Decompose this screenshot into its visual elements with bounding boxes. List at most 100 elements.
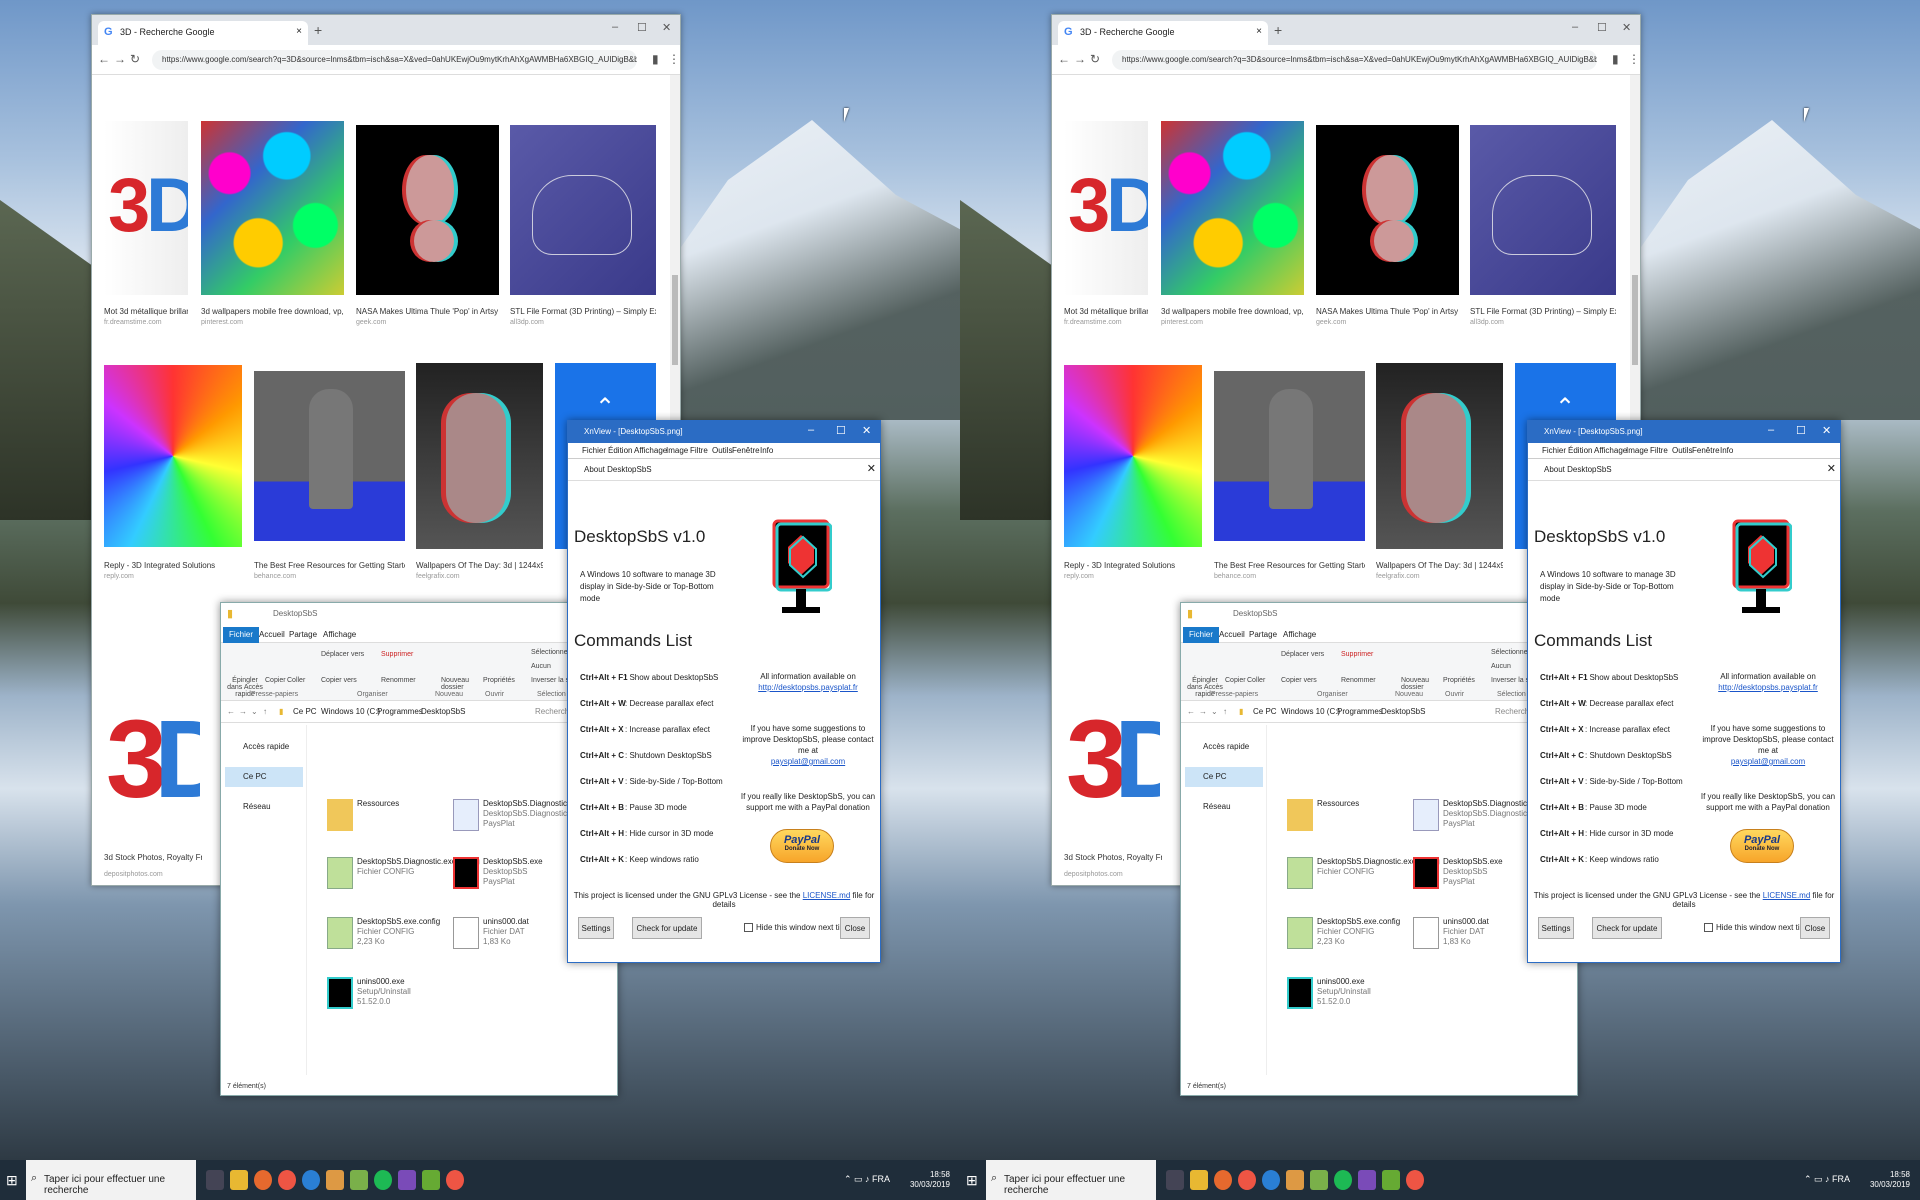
file-explorer-icon[interactable] (1190, 1170, 1208, 1190)
close-button[interactable]: Close (1800, 917, 1830, 939)
delete-button[interactable]: Supprimer (1341, 651, 1373, 658)
result-image[interactable] (1316, 125, 1459, 295)
rename-button[interactable]: Renommer (381, 677, 416, 684)
clock[interactable]: 18:58 30/03/2019 (910, 1170, 950, 1190)
nav-item-quick-access[interactable]: Accès rapide (1185, 737, 1263, 757)
back-icon[interactable]: ← (1058, 52, 1070, 66)
firefox-icon[interactable] (254, 1170, 272, 1190)
result-image[interactable] (510, 125, 656, 295)
notepad-icon[interactable] (1310, 1170, 1328, 1190)
breadcrumb-item[interactable]: DesktopSbS (1381, 707, 1425, 716)
taskbar-search[interactable]: ⌕ Taper ici pour effectuer une recherche (26, 1160, 196, 1200)
result-caption[interactable]: 3d Stock Photos, Royalty Free... (1064, 853, 1162, 862)
menu-icon[interactable]: ⋮ (1628, 52, 1640, 66)
firefox-icon[interactable] (1214, 1170, 1232, 1190)
chrome-icon[interactable] (1406, 1170, 1424, 1190)
result-caption[interactable]: 3d wallpapers mobile free download, vp, … (201, 307, 344, 316)
minimize-icon[interactable]: – (1768, 424, 1774, 436)
copy-to-button[interactable]: Copier vers (321, 677, 357, 684)
breadcrumb-item[interactable]: Ce PC (293, 707, 317, 716)
properties-button[interactable]: Propriétés (1443, 677, 1475, 684)
rename-button[interactable]: Renommer (1341, 677, 1376, 684)
select-none-button[interactable]: Aucun (531, 663, 551, 670)
tab-partage[interactable]: Partage (289, 630, 317, 639)
forward-icon[interactable]: → (114, 52, 126, 66)
spotify-icon[interactable] (1334, 1170, 1352, 1190)
menu-item[interactable]: Édition (608, 446, 632, 455)
result-image[interactable] (356, 125, 499, 295)
license-link[interactable]: LICENSE.md (1763, 891, 1811, 900)
app-icon[interactable] (422, 1170, 440, 1190)
task-view-icon[interactable] (206, 1170, 224, 1190)
nav-item-network[interactable]: Réseau (1185, 797, 1263, 817)
maximize-icon[interactable]: ☐ (1597, 21, 1607, 34)
up-icon[interactable]: ↑ (1223, 707, 1227, 716)
chrome-icon[interactable] (446, 1170, 464, 1190)
check-update-button[interactable]: Check for update (1592, 917, 1662, 939)
breadcrumb-item[interactable]: Windows 10 (C:) (321, 707, 380, 716)
menu-item[interactable]: Édition (1568, 446, 1592, 455)
scrollbar-thumb[interactable] (672, 275, 678, 365)
new-tab-button[interactable]: + (1274, 22, 1282, 38)
address-bar[interactable]: ← → ⌄ ↑ ▮ Ce PC Windows 10 (C:) Programm… (1181, 701, 1577, 723)
result-image[interactable] (1161, 121, 1304, 295)
chevron-down-icon[interactable]: ⌄ (1211, 707, 1218, 716)
result-image[interactable] (1214, 371, 1365, 541)
result-caption[interactable]: STL File Format (3D Printing) – Simply E… (1470, 307, 1616, 316)
checkbox-icon[interactable] (744, 923, 753, 933)
close-icon[interactable]: ✕ (867, 462, 876, 475)
menu-item[interactable]: Affichage (634, 446, 667, 455)
file-explorer-icon[interactable] (230, 1170, 248, 1190)
system-tray[interactable]: ⌃ ▭ ♪ FRA (1804, 1174, 1850, 1185)
paypal-donate-button[interactable]: PayPal Donate Now (1730, 829, 1794, 863)
nav-item-quick-access[interactable]: Accès rapide (225, 737, 303, 757)
system-tray[interactable]: ⌃ ▭ ♪ FRA (844, 1174, 890, 1185)
close-window-icon[interactable]: ✕ (862, 424, 871, 437)
breadcrumb-item[interactable]: DesktopSbS (421, 707, 465, 716)
result-caption[interactable]: Wallpapers Of The Day: 3d | 1244x933 3d.… (416, 561, 543, 570)
hide-checkbox[interactable]: Hide this window next time (744, 923, 851, 933)
app-icon[interactable] (1382, 1170, 1400, 1190)
new-folder-button[interactable]: Nouveau dossier (441, 677, 475, 691)
copy-to-button[interactable]: Copier vers (1281, 677, 1317, 684)
close-window-icon[interactable]: ✕ (1822, 424, 1831, 437)
copy-button[interactable]: Copier (1225, 677, 1246, 684)
chrome-icon[interactable] (1238, 1170, 1256, 1190)
breadcrumb-item[interactable]: Ce PC (1253, 707, 1277, 716)
back-icon[interactable]: ← (1187, 707, 1195, 716)
task-view-icon[interactable] (1166, 1170, 1184, 1190)
tab-accueil[interactable]: Accueil (259, 630, 285, 639)
email-link[interactable]: paysplat@gmail.com (1731, 757, 1805, 766)
result-image[interactable]: 3D (104, 627, 233, 847)
result-caption[interactable]: Reply - 3D Integrated Solutions (104, 561, 242, 570)
paypal-donate-button[interactable]: PayPal Donate Now (770, 829, 834, 863)
visual-studio-icon[interactable] (1358, 1170, 1376, 1190)
result-image[interactable] (1470, 125, 1616, 295)
forward-icon[interactable]: → (1074, 52, 1086, 66)
properties-button[interactable]: Propriétés (483, 677, 515, 684)
maximize-icon[interactable]: ☐ (637, 21, 647, 34)
result-caption[interactable]: Reply - 3D Integrated Solutions (1064, 561, 1202, 570)
delete-button[interactable]: Supprimer (381, 651, 413, 658)
result-image[interactable] (104, 365, 242, 547)
result-image[interactable] (254, 371, 405, 541)
menu-item[interactable]: Filtre (690, 446, 708, 455)
menu-item[interactable]: Affichage (1594, 446, 1627, 455)
windows-start-icon[interactable]: ⊞ (966, 1172, 978, 1189)
menu-item[interactable]: Info (1720, 446, 1733, 455)
settings-button[interactable]: Settings (578, 917, 614, 939)
checkbox-icon[interactable] (1704, 923, 1713, 933)
result-image[interactable] (1064, 365, 1202, 547)
close-icon[interactable]: ✕ (1827, 462, 1836, 475)
edge-icon[interactable] (1262, 1170, 1280, 1190)
result-caption[interactable]: Mot 3d métallique brillant il... (104, 307, 188, 316)
result-caption[interactable]: NASA Makes Ultima Thule 'Pop' in Artsy 3… (356, 307, 499, 316)
close-icon[interactable]: × (1256, 26, 1262, 37)
paste-button[interactable]: Coller (1247, 677, 1265, 684)
new-tab-button[interactable]: + (314, 22, 322, 38)
spotify-icon[interactable] (374, 1170, 392, 1190)
menu-item[interactable]: Fichier (582, 446, 606, 455)
minimize-icon[interactable]: – (1572, 21, 1578, 33)
result-caption[interactable]: The Best Free Resources for Getting Star… (1214, 561, 1365, 570)
edge-icon[interactable] (302, 1170, 320, 1190)
